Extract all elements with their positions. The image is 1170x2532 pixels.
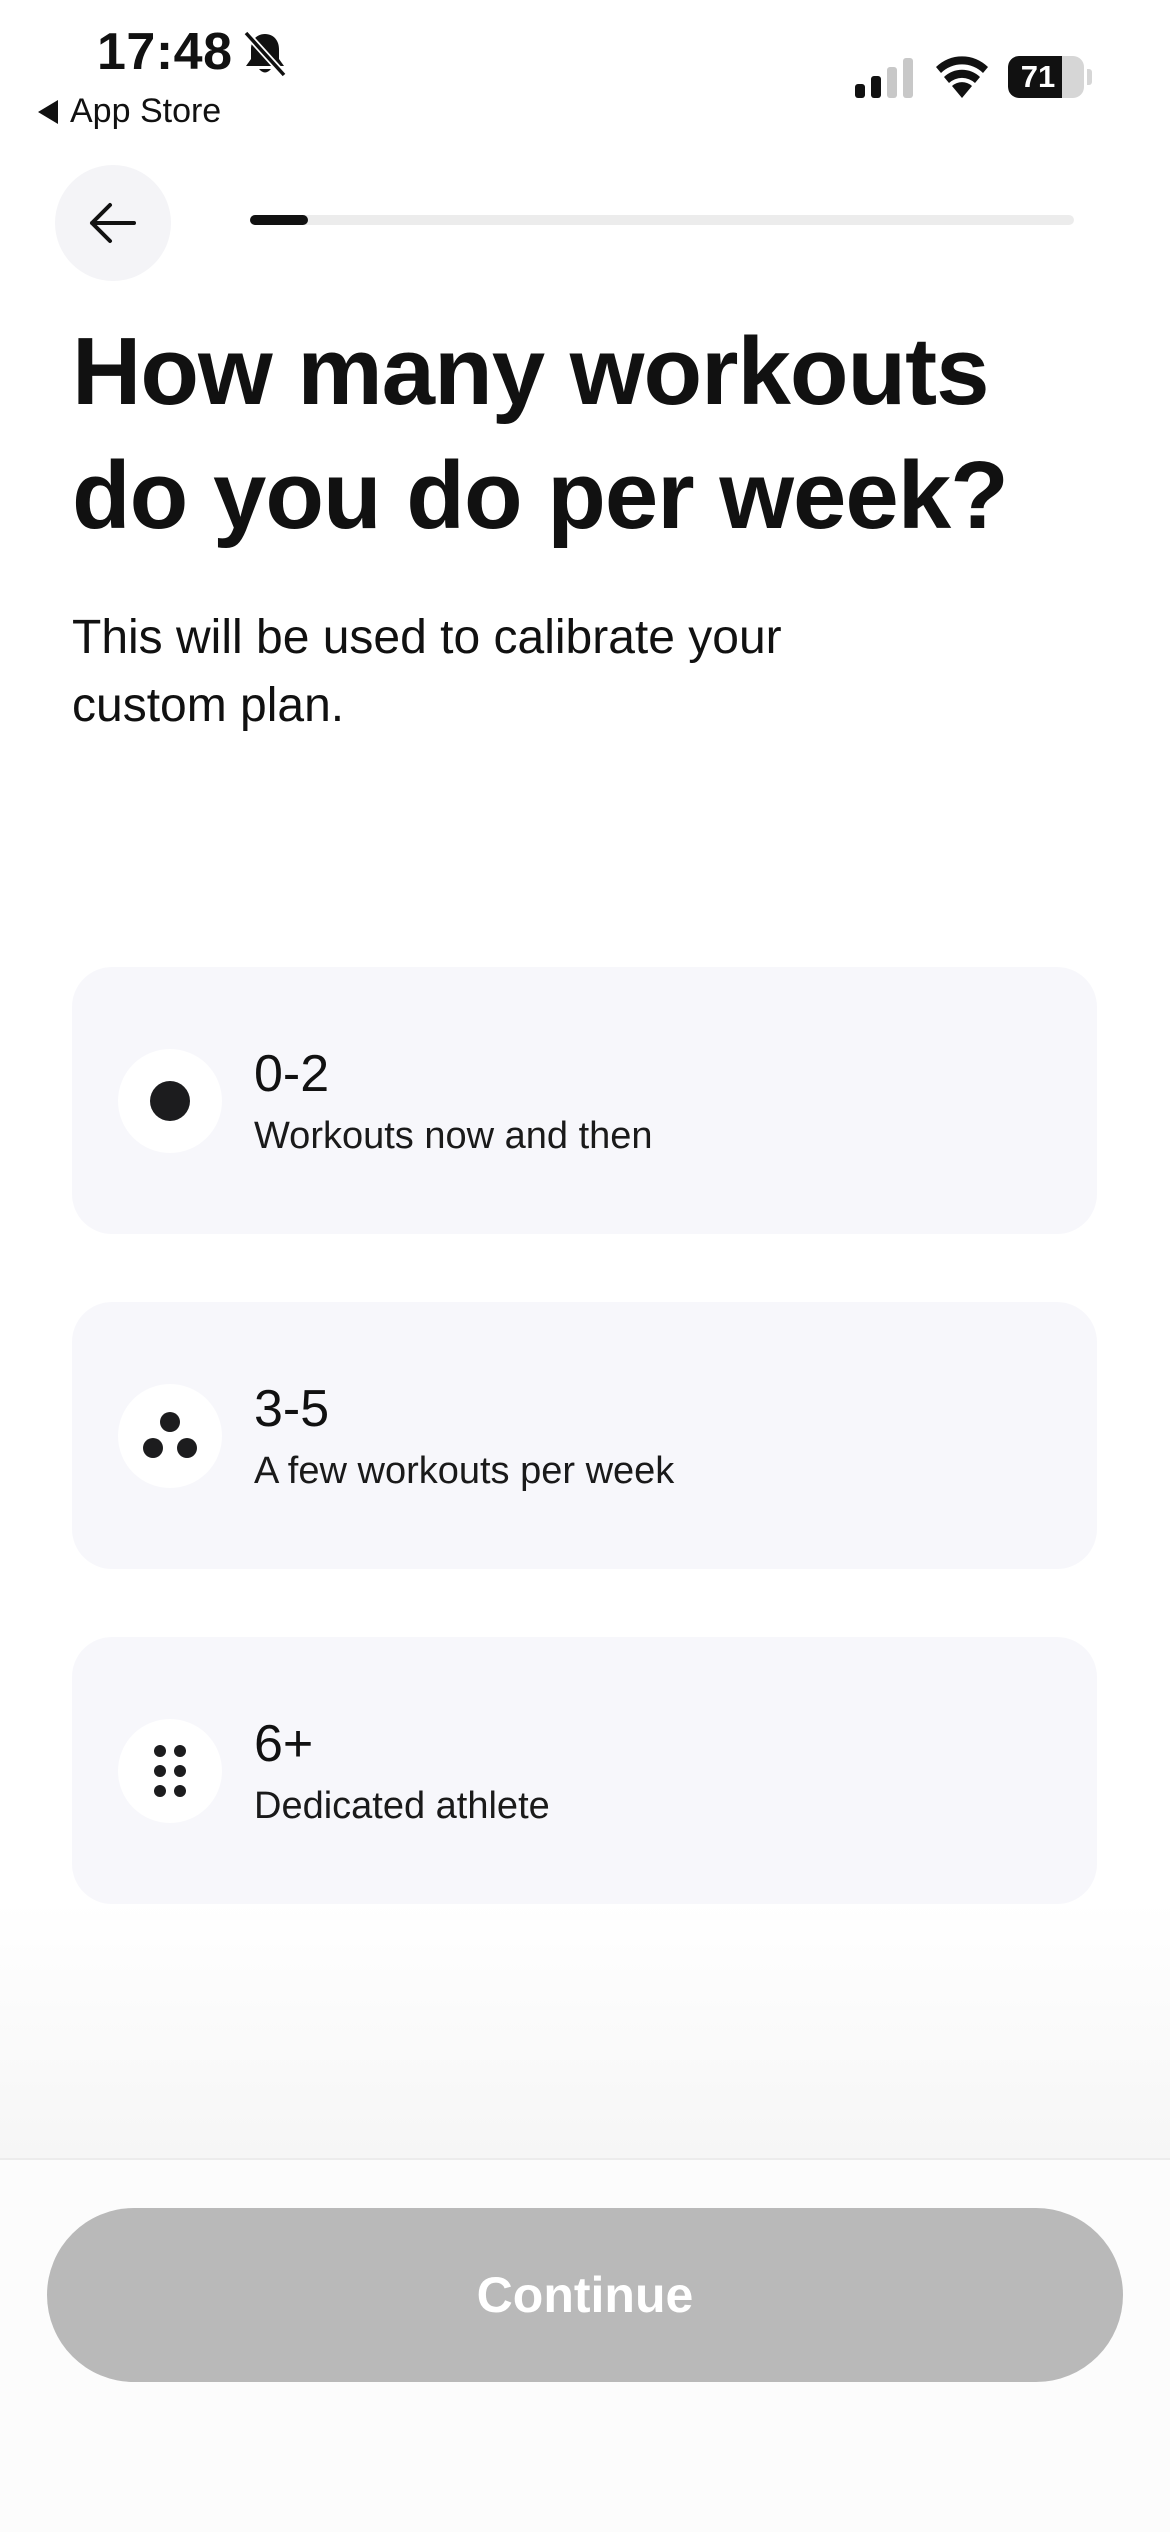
progress-fill bbox=[250, 215, 308, 225]
arrow-left-icon bbox=[90, 203, 136, 243]
option-description: Dedicated athlete bbox=[254, 1785, 550, 1827]
one-dot-icon bbox=[118, 1049, 222, 1153]
page-subtitle: This will be used to calibrate your cust… bbox=[72, 611, 782, 732]
bottom-fade bbox=[0, 1900, 1170, 2160]
six-dots-icon bbox=[118, 1719, 222, 1823]
option-label: 3-5 bbox=[254, 1380, 330, 1438]
option-description: A few workouts per week bbox=[254, 1450, 675, 1492]
option-3-5[interactable]: 3-5 A few workouts per week bbox=[72, 1302, 1097, 1569]
status-time: 17:48 bbox=[97, 23, 233, 81]
progress-bar bbox=[250, 215, 1074, 225]
option-label: 0-2 bbox=[254, 1045, 330, 1103]
option-6-plus[interactable]: 6+ Dedicated athlete bbox=[72, 1637, 1097, 1904]
footer-divider bbox=[0, 2158, 1170, 2160]
battery-icon: 71 bbox=[1008, 56, 1092, 98]
back-triangle-icon bbox=[38, 99, 58, 124]
option-label: 6+ bbox=[254, 1715, 314, 1773]
bell-slash-icon bbox=[243, 30, 287, 78]
battery-percent: 71 bbox=[1020, 59, 1056, 94]
back-to-app-store[interactable]: App Store bbox=[38, 92, 221, 131]
signal-icon bbox=[855, 58, 913, 98]
wifi-icon bbox=[936, 56, 988, 98]
onboarding-screen: 17:48 App Store 71 How many workouts do … bbox=[0, 0, 1170, 2532]
back-button[interactable] bbox=[55, 165, 171, 281]
three-dots-icon bbox=[118, 1384, 222, 1488]
option-0-2[interactable]: 0-2 Workouts now and then bbox=[72, 967, 1097, 1234]
continue-button[interactable]: Continue bbox=[47, 2208, 1123, 2382]
back-app-label: App Store bbox=[70, 92, 222, 130]
page-title: How many workouts do you do per week? bbox=[72, 318, 1009, 549]
option-description: Workouts now and then bbox=[254, 1115, 653, 1157]
